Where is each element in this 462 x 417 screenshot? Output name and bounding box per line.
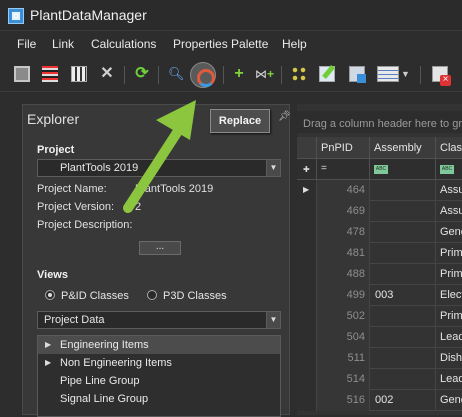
annotation-arrow-shaft <box>123 123 185 213</box>
annotation-arrow <box>123 100 196 213</box>
